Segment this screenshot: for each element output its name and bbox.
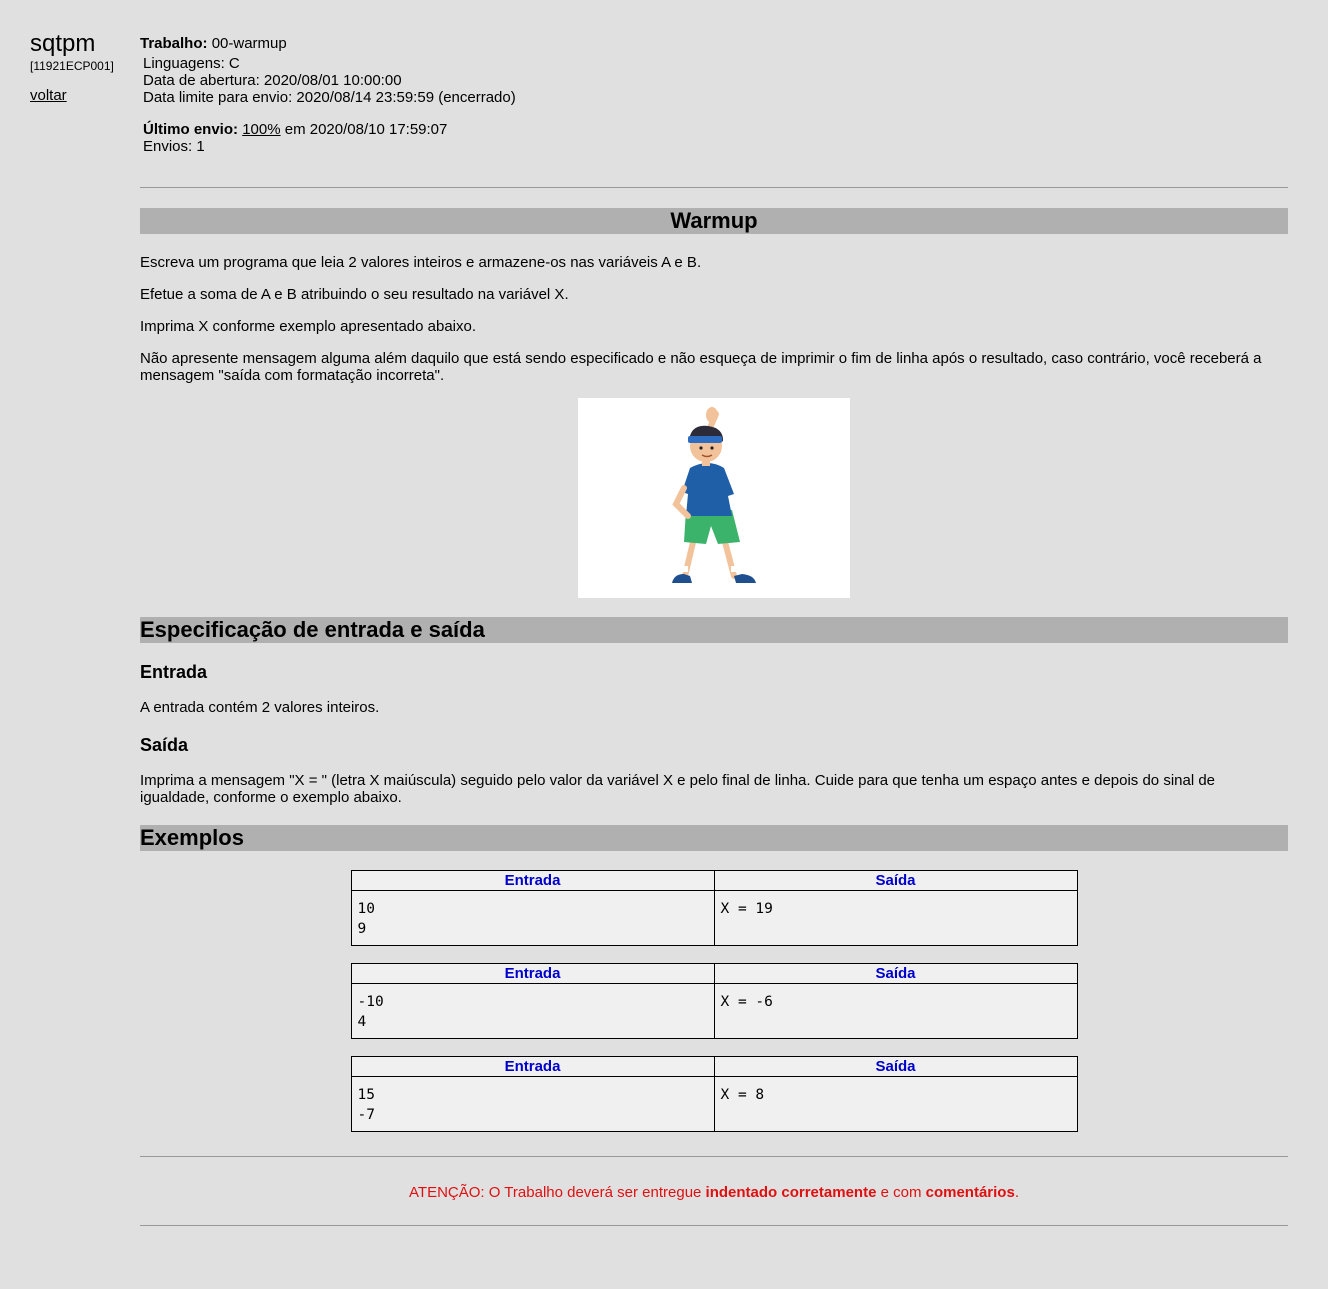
example-input: 10 9 xyxy=(350,890,715,946)
divider xyxy=(140,1225,1288,1226)
output-text: Imprima a mensagem "X = " (letra X maiús… xyxy=(140,772,1216,806)
paragraph-2: Efetue a soma de A e B atribuindo o seu … xyxy=(140,286,569,303)
notice-prefix: ATENÇÃO: O Trabalho deverá ser entregue xyxy=(409,1184,706,1201)
input-text: A entrada contém 2 valores inteiros. xyxy=(140,699,380,716)
app-name: sqtpm xyxy=(30,30,96,57)
work-line: Trabalho: 00-warmup xyxy=(140,35,1288,52)
attention-notice: ATENÇÃO: O Trabalho deverá ser entregue … xyxy=(140,1184,1288,1201)
examples-heading: Exemplos xyxy=(140,825,1288,851)
notice-middle: e com xyxy=(876,1184,926,1201)
open-date: Data de abertura: 2020/08/01 10:00:00 xyxy=(143,72,402,89)
last-submission: Último envio: 100% em 2020/08/10 17:59:0… xyxy=(140,121,1288,138)
example-input-header: Entrada xyxy=(350,1056,715,1077)
sidebar: sqtpm [11921ECP001] voltar xyxy=(30,30,135,104)
example-input: -10 4 xyxy=(350,983,715,1039)
notice-bold-indent: indentado corretamente xyxy=(705,1184,877,1201)
example-input-header: Entrada xyxy=(350,870,715,891)
notice-suffix: . xyxy=(1014,1184,1019,1201)
course-code: [11921ECP001] xyxy=(30,59,114,73)
paragraph-3: Imprima X conforme exemplo apresentado a… xyxy=(140,318,477,335)
example-table: Entrada Saída 15 -7 X = 8 xyxy=(350,1056,1078,1132)
example-output-header: Saída xyxy=(713,1056,1078,1077)
example-output: X = 19 xyxy=(713,890,1078,946)
example-output: X = -6 xyxy=(713,983,1078,1039)
languages: Linguagens: C xyxy=(143,55,240,72)
last-submission-label: Último envio: xyxy=(143,121,239,138)
person-stretching-illustration xyxy=(578,398,850,598)
back-link[interactable]: voltar xyxy=(30,87,67,104)
example-table: Entrada Saída -10 4 X = -6 xyxy=(350,963,1078,1039)
output-heading: Saída xyxy=(140,735,189,755)
deadline: Data limite para envio: 2020/08/14 23:59… xyxy=(143,89,516,106)
paragraph-1: Escreva um programa que leia 2 valores i… xyxy=(140,254,702,271)
submissions-count: Envios: 1 xyxy=(143,138,205,155)
paragraph-4: Não apresente mensagem alguma além daqui… xyxy=(140,350,1262,384)
notice-bold-comments: comentários xyxy=(925,1184,1015,1201)
example-input-header: Entrada xyxy=(350,963,715,984)
example-output-header: Saída xyxy=(713,963,1078,984)
work-value: 00-warmup xyxy=(211,35,287,52)
example-table: Entrada Saída 10 9 X = 19 xyxy=(350,870,1078,946)
main-content: Trabalho: 00-warmup Linguagens: C Data d… xyxy=(140,35,1288,1226)
example-output: X = 8 xyxy=(713,1076,1078,1132)
last-submission-score-link[interactable]: 100% xyxy=(242,121,280,138)
work-label: Trabalho: xyxy=(140,35,208,52)
problem-title: Warmup xyxy=(140,208,1288,234)
input-heading: Entrada xyxy=(140,662,208,682)
spec-heading: Especificação de entrada e saída xyxy=(140,617,1288,643)
example-output-header: Saída xyxy=(713,870,1078,891)
example-input: 15 -7 xyxy=(350,1076,715,1132)
last-submission-date: em 2020/08/10 17:59:07 xyxy=(284,121,448,138)
